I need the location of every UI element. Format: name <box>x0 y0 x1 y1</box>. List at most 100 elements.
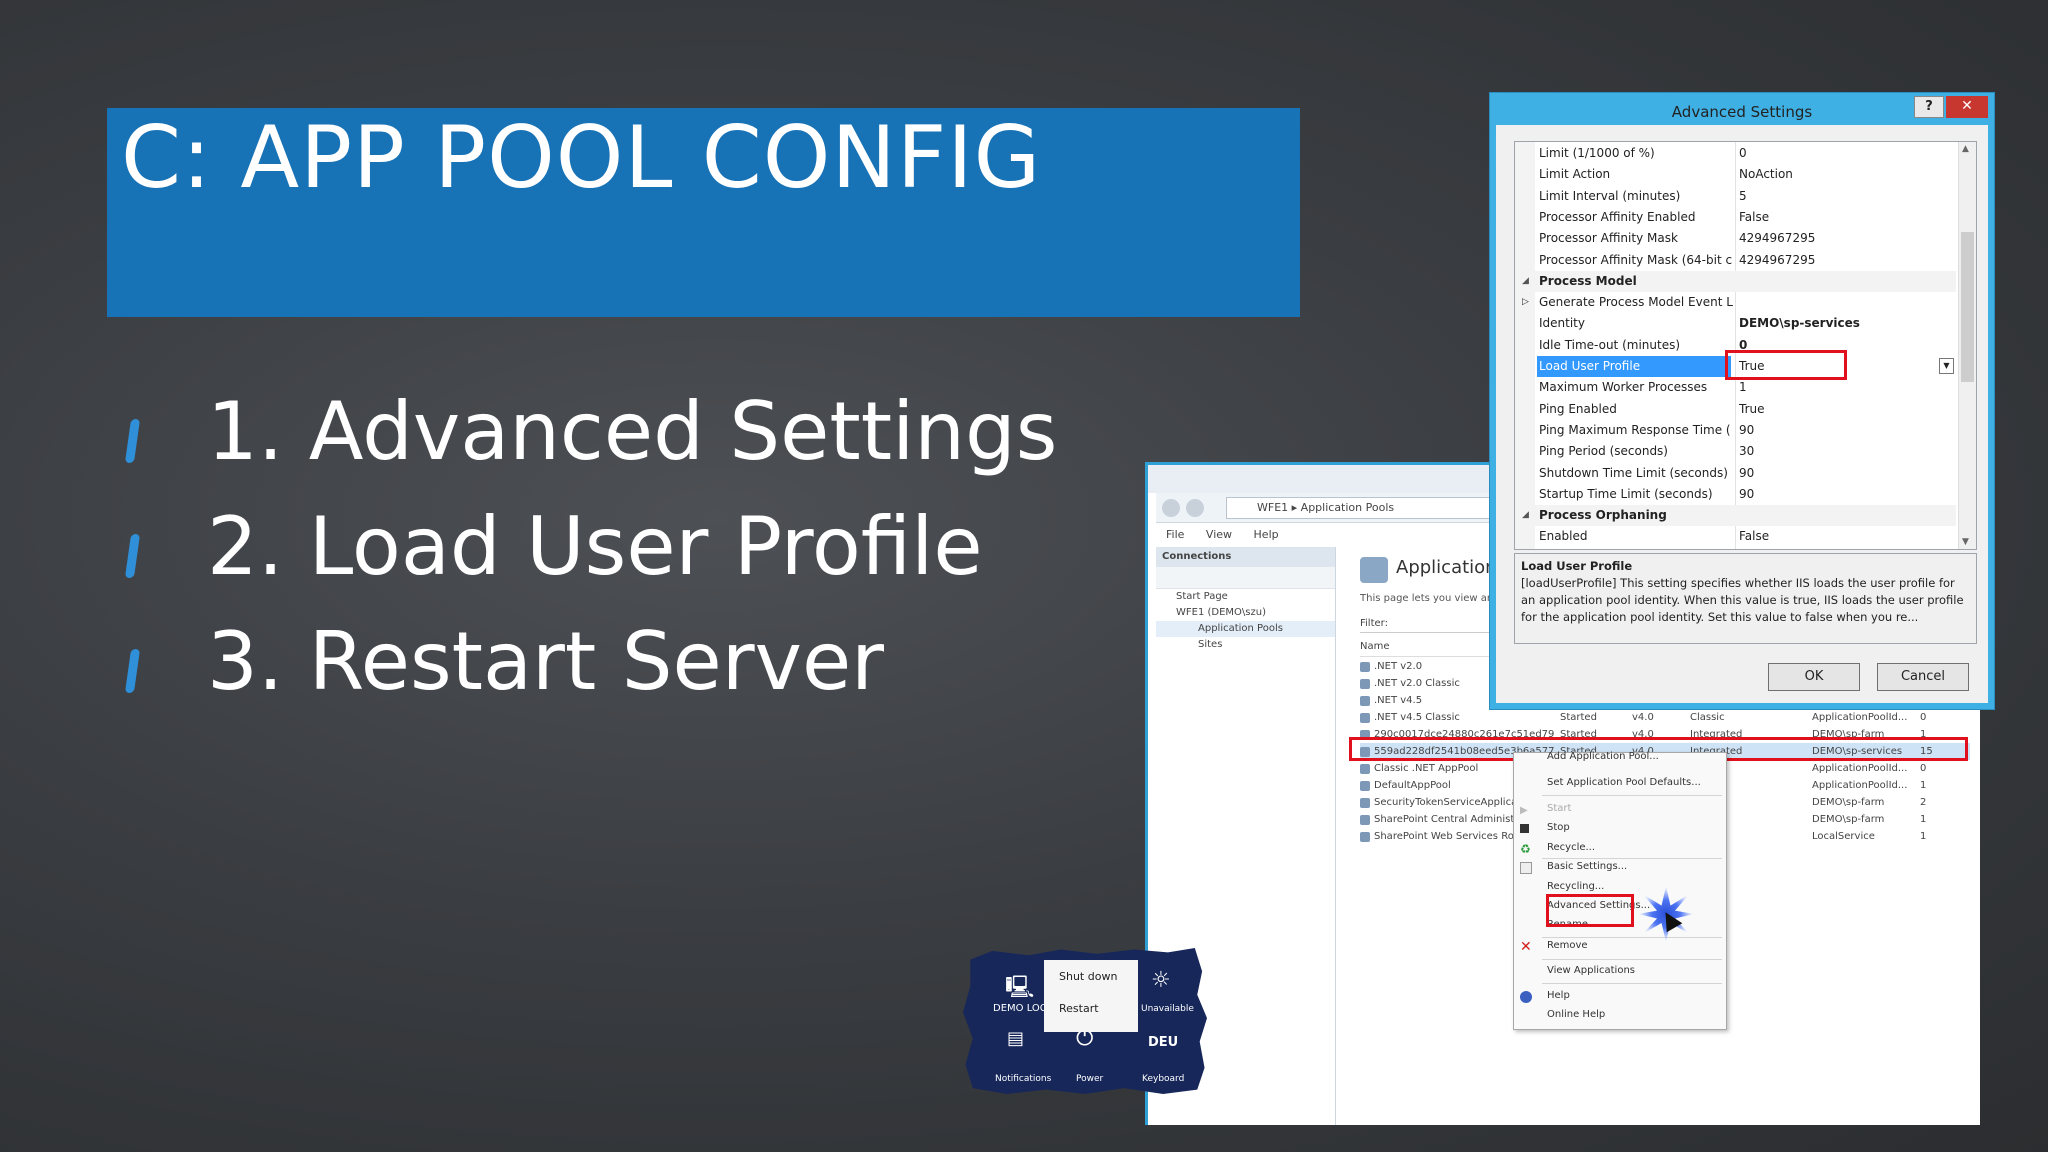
property-name: Processor Affinity Enabled <box>1539 209 1696 224</box>
tree-item-server[interactable]: WFE1 (DEMO\szu) <box>1156 605 1335 621</box>
menu-item-remove[interactable]: Remove <box>1547 940 1588 951</box>
remove-icon: ✕ <box>1520 939 1532 955</box>
keyboard-label: Keyboard <box>1142 1074 1185 1084</box>
keyboard-code[interactable]: DEU <box>1148 1035 1178 1050</box>
property-name: Shutdown Time Limit (seconds) <box>1539 465 1728 480</box>
property-value: DEMO\sp-services <box>1739 316 1860 331</box>
property-category[interactable]: ◢ Process Model <box>1515 270 1956 293</box>
app-pool-row-icon <box>1360 747 1370 757</box>
property-name: Ping Enabled <box>1539 401 1617 416</box>
menu-separator <box>1542 858 1722 859</box>
cancel-button[interactable]: Cancel <box>1877 663 1969 691</box>
cell-apps: 1 <box>1920 729 1927 740</box>
property-row[interactable]: Processor Affinity Enabled False <box>1515 207 1956 228</box>
help-button[interactable]: ? <box>1914 96 1944 118</box>
cell-identity: ApplicationPoolId... <box>1812 712 1908 723</box>
menu-file[interactable]: File <box>1166 528 1184 541</box>
menu-separator <box>1542 959 1722 960</box>
property-row[interactable]: Ping Enabled True <box>1515 399 1956 420</box>
scroll-down-icon[interactable]: ▼ <box>1962 537 1969 547</box>
cell-clr: v4.0 <box>1632 729 1654 740</box>
property-value: False <box>1739 529 1770 544</box>
close-button[interactable]: ✕ <box>1946 96 1988 118</box>
forward-icon[interactable] <box>1186 499 1204 517</box>
notifications-icon[interactable]: ▤ <box>1007 1028 1024 1049</box>
menu-item-help[interactable]: Help <box>1547 990 1570 1001</box>
cell-mode: Integrated <box>1690 729 1743 740</box>
menu-item-add-app-pool[interactable]: Add Application Pool... <box>1547 751 1659 762</box>
app-pool-row-icon <box>1360 679 1370 689</box>
property-row[interactable]: Limit Action NoAction <box>1515 164 1956 185</box>
recycle-icon: ♻ <box>1520 842 1531 856</box>
property-row[interactable]: Startup Time Limit (seconds) 90 <box>1515 484 1956 505</box>
property-value: 0 <box>1739 146 1747 160</box>
connections-toolbar <box>1156 567 1335 589</box>
expand-icon[interactable]: ▷ <box>1522 292 1529 313</box>
property-row[interactable]: Ping Period (seconds) 30 <box>1515 441 1956 462</box>
property-row[interactable]: Ping Maximum Response Time (90 <box>1515 420 1956 441</box>
help-icon <box>1520 991 1532 1003</box>
property-row[interactable]: ▷ Generate Process Model Event L <box>1515 292 1956 313</box>
table-row[interactable]: 290c0017dce24880c261e7c51ed7985 Started v4… <box>1360 726 1970 743</box>
property-row[interactable]: Identity DEMO\sp-services <box>1515 313 1956 334</box>
scroll-thumb[interactable] <box>1961 232 1974 382</box>
tree-item-start-page[interactable]: Start Page <box>1156 589 1335 605</box>
bullet-text: 2. Load User Profile <box>207 500 983 593</box>
property-value: False <box>1739 209 1770 224</box>
cell-identity: DEMO\sp-services <box>1812 746 1903 757</box>
property-row[interactable]: Limit Interval (minutes) 5 <box>1515 186 1956 207</box>
chevron-down-icon[interactable]: ▼ <box>1939 358 1954 374</box>
property-name: Limit Interval (minutes) <box>1539 188 1681 203</box>
tree-item-sites[interactable]: Sites <box>1156 637 1335 653</box>
tree-item-app-pools[interactable]: Application Pools <box>1156 621 1335 637</box>
advanced-settings-highlight <box>1546 894 1634 927</box>
property-row[interactable]: Limit (1/1000 of %) 0 <box>1515 143 1956 164</box>
table-row[interactable]: .NET v4.5 Classic Started v4.0 Classic Appli… <box>1360 709 1970 726</box>
property-row[interactable]: Maximum Worker Processes 1 <box>1515 377 1956 398</box>
menu-separator <box>1542 937 1722 938</box>
filter-field[interactable]: Filter: <box>1360 615 1500 633</box>
bullet-marker-icon <box>124 419 141 463</box>
menu-separator <box>1542 983 1722 984</box>
property-row[interactable]: Enabled False <box>1515 526 1956 547</box>
menu-item-set-defaults[interactable]: Set Application Pool Defaults... <box>1547 777 1701 788</box>
grid-scrollbar[interactable]: ▲ ▼ <box>1958 142 1976 549</box>
restart-option[interactable]: Restart <box>1059 1002 1099 1015</box>
collapse-icon[interactable]: ◢ <box>1522 271 1529 292</box>
menu-item-online-help[interactable]: Online Help <box>1547 1009 1605 1020</box>
connections-header: Connections <box>1156 547 1335 567</box>
property-row[interactable]: Processor Affinity Mask 4294967295 <box>1515 228 1956 249</box>
cell-identity: LocalService <box>1812 831 1875 842</box>
slide-title: C: APP POOL CONFIG <box>121 108 1042 208</box>
back-icon[interactable] <box>1162 499 1180 517</box>
menu-item-view-applications[interactable]: View Applications <box>1547 965 1635 976</box>
property-name: Maximum Worker Processes <box>1539 380 1708 395</box>
settings-icon <box>1520 862 1532 874</box>
bullet-text: 3. Restart Server <box>207 615 885 708</box>
collapse-icon[interactable]: ◢ <box>1522 505 1529 526</box>
shut-down-option[interactable]: Shut down <box>1059 970 1117 983</box>
property-name: Generate Process Model Event L <box>1539 295 1733 310</box>
property-row[interactable]: Shutdown Time Limit (seconds) 90 <box>1515 463 1956 484</box>
bullet-marker-icon <box>124 649 141 693</box>
menu-item-recycle[interactable]: Recycle... <box>1547 842 1595 853</box>
cell-apps: 2 <box>1920 797 1927 808</box>
property-row[interactable]: Processor Affinity Mask (64-bit c 4294967… <box>1515 250 1956 271</box>
property-name: Enabled <box>1539 529 1588 544</box>
menu-item-stop[interactable]: Stop <box>1547 822 1570 833</box>
menu-item-start[interactable]: Start <box>1547 803 1571 814</box>
cell-status: Started <box>1560 712 1597 723</box>
property-name: Processor Affinity Mask (64-bit c <box>1539 252 1733 267</box>
menu-view[interactable]: View <box>1206 528 1232 541</box>
app-pool-row-icon <box>1360 730 1370 740</box>
power-popup-menu: Shut down Restart <box>1044 960 1138 1032</box>
menu-help[interactable]: Help <box>1254 528 1279 541</box>
menu-item-basic-settings[interactable]: Basic Settings... <box>1547 861 1627 872</box>
scroll-up-icon[interactable]: ▲ <box>1962 144 1969 154</box>
menu-item-recycling[interactable]: Recycling... <box>1547 881 1604 892</box>
notifications-label: Notifications <box>995 1074 1052 1084</box>
property-category[interactable]: ◢ Process Orphaning <box>1515 505 1956 527</box>
ok-button[interactable]: OK <box>1768 663 1860 691</box>
description-text: [loadUserProfile] This setting specifies… <box>1521 576 1964 624</box>
cell-apps: 1 <box>1920 831 1927 842</box>
